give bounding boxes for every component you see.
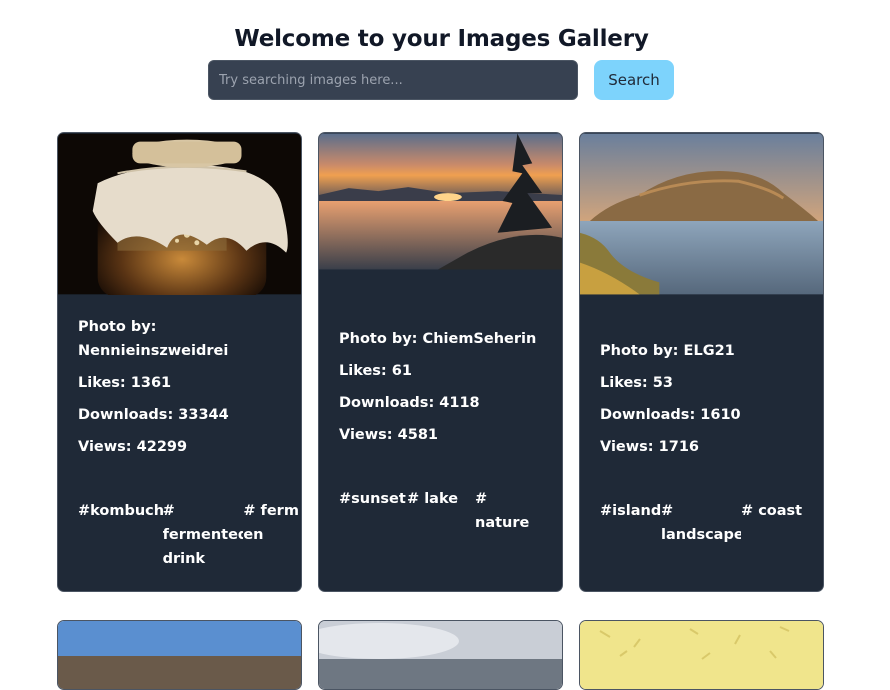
image-card[interactable] [57,620,302,690]
photo-kombucha-jar [58,133,301,295]
photo-sunset-lake [319,133,562,270]
photo-thumbnail [319,621,562,689]
tag: #sunset [339,491,406,507]
downloads-count: Downloads: 1610 [600,407,741,423]
photo-island-coast [580,133,823,295]
image-card[interactable] [579,620,824,690]
tag: # fermen [243,503,299,543]
downloads-count: Downloads: 33344 [78,407,229,423]
views-count: Views: 1716 [600,439,700,455]
tag-list: #island # landscape # coast [600,499,823,547]
photo-thumbnail [580,621,823,689]
downloads-count: Downloads: 4118 [339,395,480,411]
image-card[interactable]: Photo by: ChiemSeherin Likes: 61 Downloa… [318,132,563,592]
photo-author: ChiemSeherin [422,331,537,347]
photo-by-label: Photo by: [600,343,679,359]
views-count: Views: 4581 [339,427,439,443]
search-input[interactable] [208,60,578,100]
photo-by-label: Photo by: [339,331,418,347]
search-button[interactable]: Search [594,60,674,100]
views-count: Views: 42299 [78,439,188,455]
tag: #kombucha [78,503,163,519]
image-card[interactable]: Photo by: Nennieinszweidrei Likes: 1361 … [57,132,302,592]
photo-author: ELG21 [683,343,735,359]
photo-info: Photo by: ELG21 Likes: 53 Downloads: 161… [600,339,813,467]
tag: #island [600,503,661,519]
image-card[interactable]: Photo by: ELG21 Likes: 53 Downloads: 161… [579,132,824,592]
likes-count: Likes: 53 [600,375,673,391]
photo-by-label: Photo by: [78,319,157,335]
page-title: Welcome to your Images Gallery [234,26,649,53]
photo-thumbnail [58,621,301,689]
image-card[interactable] [318,620,563,690]
photo-info: Photo by: ChiemSeherin Likes: 61 Downloa… [339,327,552,455]
tag: # lake [407,491,459,507]
tag-list: #sunset # lake # nature [339,487,562,535]
likes-count: Likes: 61 [339,363,412,379]
photo-info: Photo by: Nennieinszweidrei Likes: 1361 … [78,315,291,467]
tag: # nature [475,491,530,531]
tag-list: #kombucha # fermented drink # fermen [78,499,301,571]
likes-count: Likes: 1361 [78,375,172,391]
tag: # fermented drink [162,503,244,567]
tag: # coast [741,503,803,519]
tag: # landscape [661,503,741,543]
photo-author: Nennieinszweidrei [78,343,229,359]
